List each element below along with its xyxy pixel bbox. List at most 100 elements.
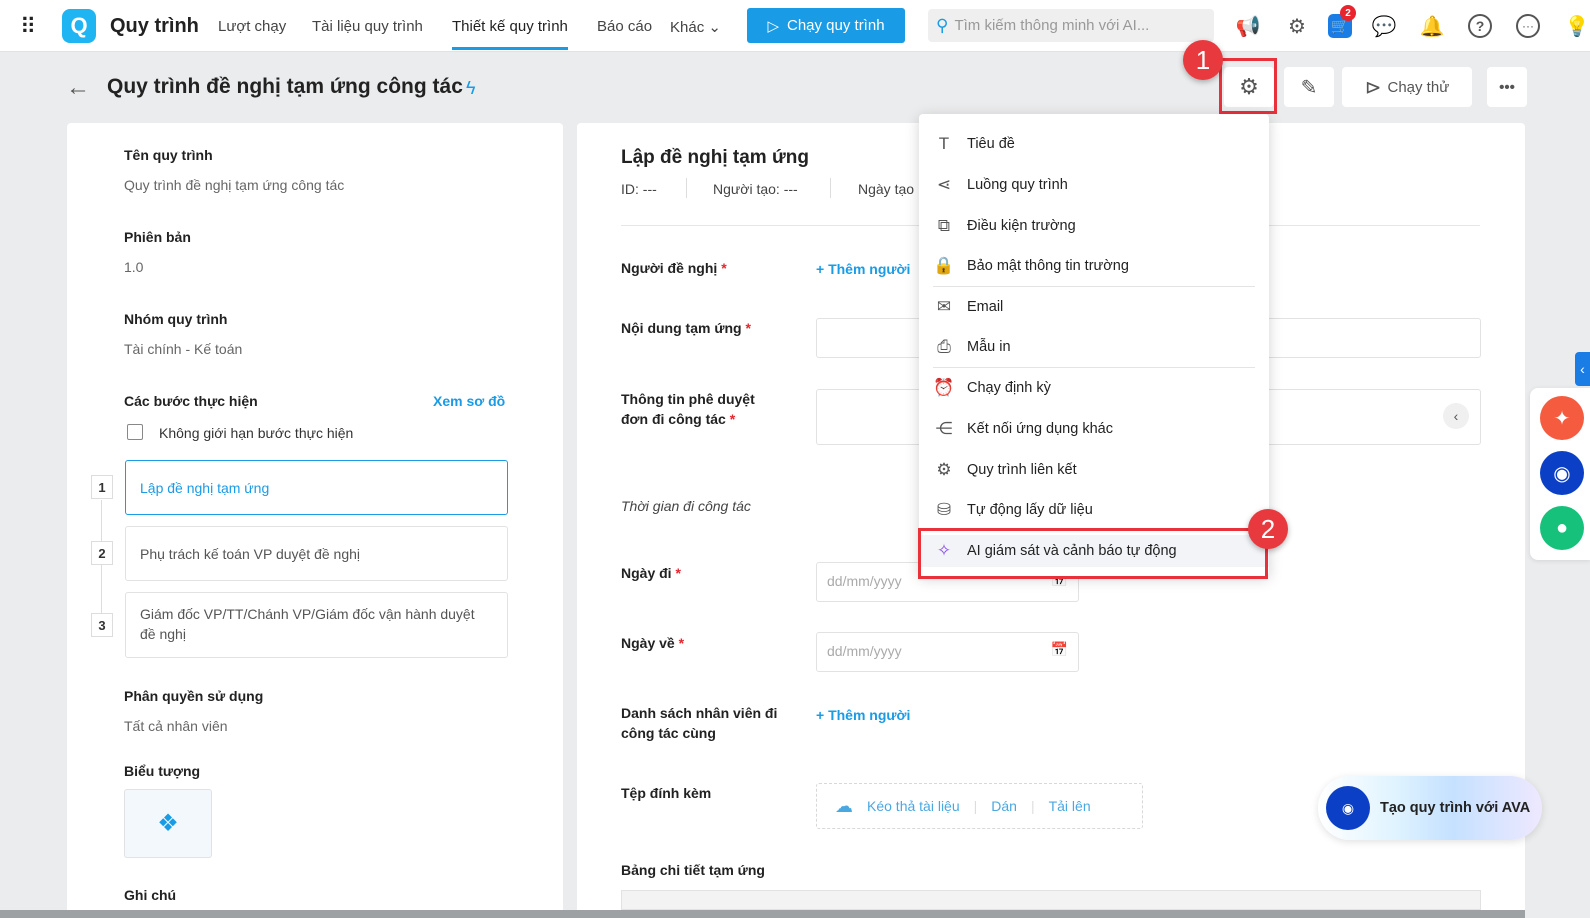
form-id: ID: --- <box>621 181 657 197</box>
more-actions-button[interactable]: ••• <box>1487 67 1527 107</box>
approval-label: Thông tin phê duyệt đơn đi công tác * <box>621 391 755 427</box>
ava-bot-icon[interactable]: ◉ <box>1540 451 1584 495</box>
menu-item-title[interactable]: T Tiêu đề <box>933 128 1015 160</box>
content-text: Nội dung tạm ứng <box>621 320 742 336</box>
ai-sparkle-icon[interactable]: ✦ <box>1540 396 1584 440</box>
nav-thiet-ke[interactable]: Thiết kế quy trình <box>452 18 568 50</box>
run-process-button[interactable]: ▷ Chạy quy trình <box>747 8 905 43</box>
edit-button[interactable]: ✎ <box>1284 67 1334 107</box>
divider <box>686 178 687 198</box>
menu-label: Tự động lấy dữ liệu <box>967 502 1093 518</box>
menu-label: Bảo mật thông tin trường <box>967 258 1129 274</box>
group-value: Tài chính - Kế toán <box>124 341 243 357</box>
chat-icon[interactable]: 💬 <box>1372 14 1397 38</box>
nav-bao-cao[interactable]: Báo cáo <box>597 18 652 35</box>
nav-tai-lieu[interactable]: Tài liệu quy trình <box>312 18 423 35</box>
search-input[interactable]: ⚲ Tìm kiếm thông minh với AI... <box>928 9 1214 42</box>
cloud-upload-icon: ☁ <box>835 795 853 816</box>
divider <box>933 367 1255 368</box>
gear-icon: ⚙ <box>936 460 952 479</box>
date-placeholder: dd/mm/yyyy <box>827 573 902 589</box>
app-name: Quy trình <box>110 15 199 37</box>
name-value: Quy trình đề nghị tạm ứng công tác <box>124 177 345 193</box>
nav-khac[interactable]: Khác ⌄ <box>670 18 721 36</box>
group-label: Nhóm quy trình <box>124 311 228 327</box>
top-bar: ⠿ Q Quy trình Lượt chạy Tài liệu quy trì… <box>0 0 1590 52</box>
menu-item-linked[interactable]: ⚙ Quy trình liên kết <box>933 454 1077 486</box>
upload-link[interactable]: Tải lên <box>1049 798 1091 814</box>
add-staff-link[interactable]: + Thêm người <box>816 707 910 723</box>
requester-label: Người đề nghị * <box>621 260 727 276</box>
step-number: 2 <box>91 541 113 565</box>
note-label: Ghi chú <box>124 887 177 903</box>
steps-label: Các bước thực hiện <box>124 393 258 409</box>
menu-item-schedule[interactable]: ⏰ Chạy định kỳ <box>933 372 1051 404</box>
step-item[interactable]: Giám đốc VP/TT/Chánh VP/Giám đốc vận hàn… <box>125 592 508 658</box>
paste-link[interactable]: Dán <box>991 798 1017 814</box>
menu-label: Điều kiện trường <box>967 218 1076 234</box>
try-run-button[interactable]: ⊳ Chạy thử <box>1342 67 1472 107</box>
menu-label: Chạy định kỳ <box>967 380 1051 396</box>
ava-create-button[interactable]: ◉ Tạo quy trình với AVA <box>1318 776 1542 840</box>
add-requester-link[interactable]: + Thêm người <box>816 261 910 277</box>
chevron-down-icon: ⌄ <box>708 19 721 36</box>
ava-label: Tạo quy trình với AVA <box>1380 800 1531 816</box>
chevron-left-icon[interactable]: ‹ <box>1443 403 1469 429</box>
return-date-input[interactable]: dd/mm/yyyy 📅 <box>816 632 1079 672</box>
detail-table-header <box>621 890 1481 910</box>
menu-item-auto-data[interactable]: ⛁ Tự động lấy dữ liệu <box>933 494 1093 526</box>
menu-label: Email <box>967 299 1004 315</box>
step-item[interactable]: Lập đề nghị tạm ứng <box>125 460 508 515</box>
form-title: Lập đề nghị tạm ứng <box>621 147 809 168</box>
drag-drop-link[interactable]: Kéo thả tài liệu <box>867 798 960 814</box>
step-number: 3 <box>91 613 113 637</box>
share-icon: ⋲ <box>935 419 953 438</box>
menu-item-email[interactable]: ✉ Email <box>933 291 1003 323</box>
bell-icon[interactable]: 🔔 <box>1420 14 1445 38</box>
menu-label: Luồng quy trình <box>967 177 1068 193</box>
menu-label: Quy trình liên kết <box>967 462 1077 478</box>
icon-label: Biểu tượng <box>124 763 201 779</box>
pencil-icon: ✎ <box>1300 76 1318 99</box>
version-label: Phiên bản <box>124 229 191 245</box>
form-creator: Người tạo: --- <box>713 181 798 197</box>
menu-label: Kết nối ứng dụng khác <box>967 421 1113 437</box>
search-placeholder: Tìm kiếm thông minh với AI... <box>954 17 1150 34</box>
unlimited-steps-checkbox[interactable] <box>127 424 143 440</box>
menu-item-security[interactable]: 🔒 Bảo mật thông tin trường <box>933 250 1129 282</box>
step-item[interactable]: Phụ trách kế toán VP duyệt đề nghị <box>125 526 508 581</box>
calendar-icon[interactable]: 📅 <box>1051 641 1068 658</box>
ava-bot-icon: ◉ <box>1326 786 1370 830</box>
cart-badge: 2 <box>1340 5 1356 21</box>
try-run-label: Chạy thử <box>1387 78 1450 96</box>
nav-khac-label: Khác <box>670 19 705 36</box>
more-icon[interactable]: ··· <box>1516 14 1540 38</box>
step-number: 1 <box>91 475 113 499</box>
menu-item-print[interactable]: ⎙ Mẫu in <box>933 331 1010 363</box>
lightbulb-icon[interactable]: 💡 <box>1565 14 1590 38</box>
copy-icon: ⧉ <box>937 216 951 235</box>
process-icon-picker[interactable]: ❖ <box>124 789 212 858</box>
menu-item-conditions[interactable]: ⧉ Điều kiện trường <box>933 210 1076 242</box>
page-title: Quy trình đề nghị tạm ứng công tác <box>107 75 463 98</box>
detail-table-label: Bảng chi tiết tạm ứng <box>621 862 765 878</box>
horizontal-scrollbar[interactable] <box>0 910 1525 918</box>
gear-icon[interactable]: ⚙ <box>1285 14 1309 38</box>
menu-item-connect[interactable]: ⋲ Kết nối ứng dụng khác <box>933 413 1113 445</box>
divider <box>933 286 1255 287</box>
help-icon[interactable]: ? <box>1468 14 1492 38</box>
megaphone-icon[interactable]: 📢 <box>1236 14 1261 38</box>
flow-icon: ⋖ <box>936 175 952 194</box>
menu-item-flow[interactable]: ⋖ Luồng quy trình <box>933 169 1068 201</box>
staff-label: Danh sách nhân viên đi công tác cùng <box>621 705 778 741</box>
mail-icon: ✉ <box>936 297 952 316</box>
permission-value: Tất cả nhân viên <box>124 718 228 734</box>
callout-1: 1 <box>1183 40 1223 80</box>
apps-grid-icon[interactable]: ⠿ <box>20 14 36 40</box>
view-diagram-link[interactable]: Xem sơ đồ <box>433 393 505 409</box>
upload-area[interactable]: ☁ Kéo thả tài liệu | Dán | Tải lên <box>816 783 1143 829</box>
chat-bubble-icon[interactable]: ● <box>1540 506 1584 550</box>
nav-luot-chay[interactable]: Lượt chạy <box>218 18 286 35</box>
collapse-side-button[interactable]: ‹ <box>1575 352 1590 386</box>
back-arrow-icon[interactable]: ← <box>66 74 90 102</box>
